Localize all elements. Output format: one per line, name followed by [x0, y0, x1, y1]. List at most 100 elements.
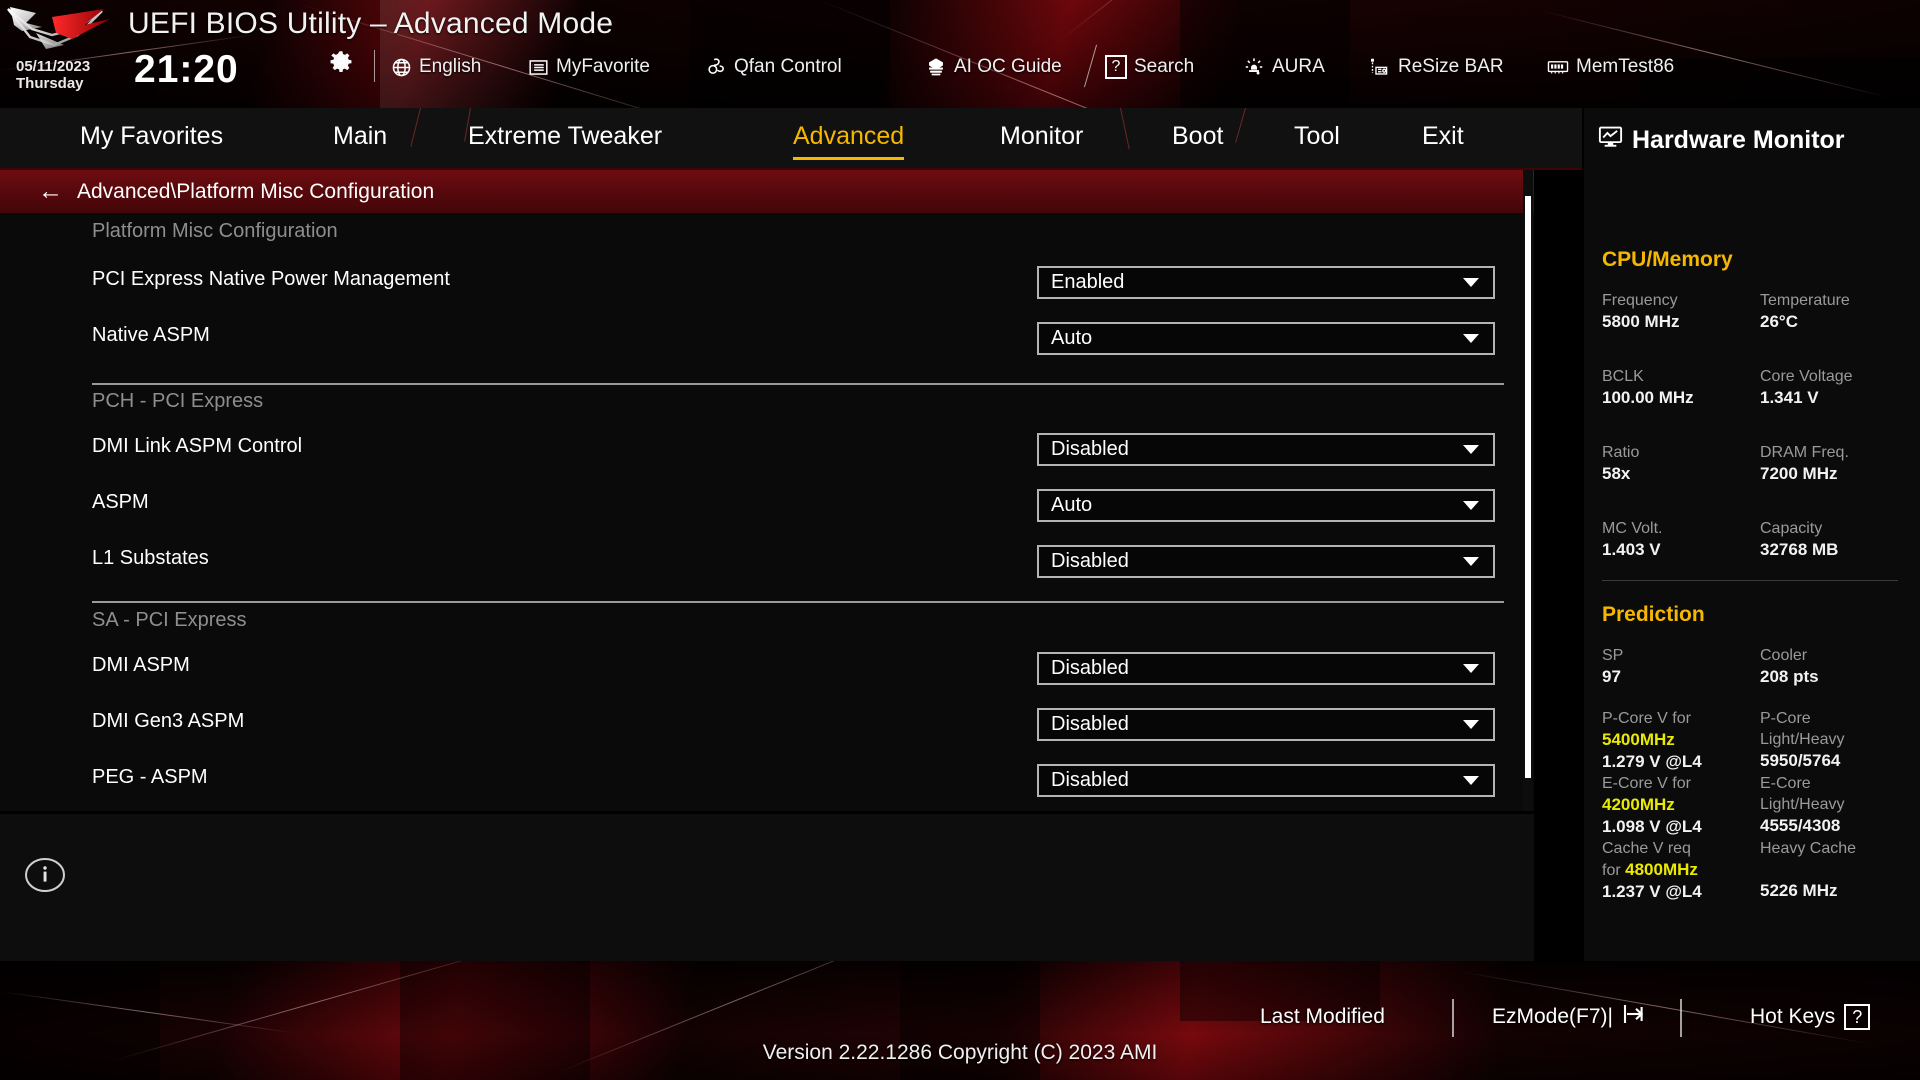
- gear-icon[interactable]: [330, 50, 352, 73]
- hw-key: E-Core: [1760, 775, 1811, 792]
- hw-key2-prefix: for: [1602, 862, 1626, 879]
- setting-dropdown-dmi-link-aspm-control[interactable]: Disabled: [1037, 433, 1495, 466]
- back-arrow-icon[interactable]: ←: [38, 179, 63, 204]
- settings-list: Platform Misc Configuration PCI Express …: [0, 213, 1534, 811]
- help-info-bar: [0, 811, 1534, 961]
- hw-key2: Light/Heavy: [1760, 731, 1845, 748]
- info-circle-icon[interactable]: [24, 857, 66, 893]
- setting-dropdown-l1-substates[interactable]: Disabled: [1037, 545, 1495, 578]
- footer-divider: [1680, 999, 1682, 1037]
- footer-hot-keys-button[interactable]: Hot Keys ?: [1750, 1002, 1871, 1032]
- toolbar-item-aura[interactable]: AURA: [1243, 53, 1325, 81]
- hw-value: 1.237 V @L4: [1602, 882, 1702, 901]
- top-banner: UEFI BIOS Utility – Advanced Mode 05/11/…: [0, 0, 1920, 108]
- hw-stat-cooler: Cooler 208 pts: [1760, 645, 1910, 688]
- hw-value: 4555/4308: [1760, 816, 1841, 835]
- dropdown-value: Enabled: [1051, 271, 1125, 293]
- hw-key: E-Core V for: [1602, 775, 1691, 792]
- footer-label: Hot Keys: [1750, 1005, 1836, 1028]
- aura-light-icon: [1243, 56, 1265, 78]
- toolbar-label: AURA: [1272, 56, 1325, 77]
- hw-stat-dram-freq: DRAM Freq. 7200 MHz: [1760, 442, 1910, 485]
- hw-stat-ecore-light-heavy: E-Core Light/Heavy 4555/4308: [1760, 773, 1910, 837]
- setting-dropdown-native-aspm[interactable]: Auto: [1037, 322, 1495, 355]
- resize-bar-icon: [1369, 56, 1391, 78]
- toolbar-item-english[interactable]: English: [390, 53, 481, 81]
- hw-value: 5226 MHz: [1760, 881, 1838, 900]
- hw-section-cpu-memory: CPU/Memory: [1602, 248, 1733, 271]
- tab-monitor[interactable]: Monitor: [1000, 122, 1083, 160]
- chevron-down-icon: [1463, 278, 1479, 287]
- banner-block: [1640, 58, 1920, 108]
- list-icon: [527, 56, 549, 78]
- hw-key: BCLK: [1602, 368, 1644, 385]
- toolbar-item-myfavorite[interactable]: MyFavorite: [527, 53, 650, 81]
- toolbar-label: MyFavorite: [556, 56, 650, 77]
- tab-extreme-tweaker[interactable]: Extreme Tweaker: [468, 122, 662, 160]
- chevron-down-icon: [1463, 557, 1479, 566]
- group-header-platform-misc: Platform Misc Configuration: [92, 220, 338, 242]
- setting-label-pci-express-native-power-management: PCI Express Native Power Management: [92, 268, 450, 290]
- footer-ezmode-button[interactable]: EzMode(F7)|: [1492, 1002, 1646, 1032]
- setting-label-dmi-gen3-aspm: DMI Gen3 ASPM: [92, 710, 245, 732]
- question-box-icon: ?: [1844, 1004, 1871, 1030]
- hw-key: MC Volt.: [1602, 520, 1663, 537]
- tabbar-streak: [1235, 108, 1246, 143]
- section-divider: [92, 383, 1504, 385]
- footer-label: Last Modified: [1260, 1005, 1385, 1028]
- monitor-icon: [1598, 124, 1623, 156]
- hw-key: Cooler: [1760, 647, 1808, 664]
- rog-logo-icon: [6, 5, 122, 57]
- tab-my-favorites[interactable]: My Favorites: [80, 122, 223, 160]
- tab-boot[interactable]: Boot: [1172, 122, 1223, 160]
- setting-label-dmi-aspm: DMI ASPM: [92, 654, 190, 676]
- tab-main[interactable]: Main: [333, 122, 387, 160]
- toolbar-item-qfan-control[interactable]: Qfan Control: [705, 53, 842, 81]
- hw-key: Ratio: [1602, 444, 1640, 461]
- hw-key-highlight: 4200MHz: [1602, 795, 1675, 814]
- toolbar-item-search[interactable]: ? Search: [1105, 53, 1194, 81]
- setting-dropdown-peg-aspm[interactable]: Disabled: [1037, 764, 1495, 797]
- footer-label: EzMode(F7)|: [1492, 1005, 1613, 1028]
- memtest-icon: [1547, 56, 1569, 78]
- chevron-down-icon: [1463, 334, 1479, 343]
- setting-dropdown-aspm[interactable]: Auto: [1037, 489, 1495, 522]
- hw-value: 1.403 V: [1602, 540, 1661, 559]
- hw-key: Temperature: [1760, 292, 1850, 309]
- globe-icon: [390, 56, 412, 78]
- toolbar-label: English: [419, 56, 482, 77]
- toolbar-item-ai-oc-guide[interactable]: AI OC Guide: [925, 53, 1062, 81]
- hw-section-divider: [1602, 580, 1898, 581]
- setting-dropdown-pci-express-native-power-management[interactable]: Enabled: [1037, 266, 1495, 299]
- tab-exit[interactable]: Exit: [1422, 122, 1464, 160]
- toolbar-item-memtest86[interactable]: MemTest86: [1547, 53, 1674, 81]
- content-scrollbar-thumb[interactable]: [1525, 196, 1531, 778]
- hw-key: Capacity: [1760, 520, 1823, 537]
- tab-tool[interactable]: Tool: [1294, 122, 1340, 160]
- bios-version-text: Version 2.22.1286 Copyright (C) 2023 AMI: [762, 1041, 1158, 1064]
- tab-advanced[interactable]: Advanced: [793, 122, 905, 160]
- hw-key: DRAM Freq.: [1760, 444, 1849, 461]
- hw-key2: Light/Heavy: [1760, 796, 1845, 813]
- setting-dropdown-dmi-aspm[interactable]: Disabled: [1037, 652, 1495, 685]
- dropdown-value: Disabled: [1051, 657, 1129, 679]
- toolbar-label: MemTest86: [1576, 56, 1675, 77]
- setting-dropdown-dmi-gen3-aspm[interactable]: Disabled: [1037, 708, 1495, 741]
- footer-last-modified-button[interactable]: Last Modified: [1260, 1002, 1385, 1032]
- group-header-sa-pci-express: SA - PCI Express: [92, 609, 247, 631]
- fan-icon: [705, 56, 727, 78]
- breadcrumb[interactable]: ← Advanced\Platform Misc Configuration: [0, 170, 1534, 213]
- hw-stat-frequency: Frequency 5800 MHz: [1602, 290, 1752, 333]
- hw-value: 7200 MHz: [1760, 464, 1838, 483]
- main-tab-bar: My Favorites Main Extreme Tweaker Advanc…: [0, 108, 1582, 170]
- toolbar-item-resize-bar[interactable]: ReSize BAR: [1369, 53, 1504, 81]
- weekday-value: Thursday: [16, 75, 84, 92]
- toolbar-label: Qfan Control: [734, 56, 842, 77]
- hw-key: P-Core: [1760, 710, 1811, 727]
- toolbar-label: Search: [1134, 56, 1195, 77]
- hw-stat-temperature: Temperature 26°C: [1760, 290, 1910, 333]
- hw-key: SP: [1602, 647, 1624, 664]
- hw-stat-heavy-cache: Heavy Cache 5226 MHz: [1760, 838, 1910, 902]
- setting-label-aspm: ASPM: [92, 491, 149, 513]
- chevron-down-icon: [1463, 776, 1479, 785]
